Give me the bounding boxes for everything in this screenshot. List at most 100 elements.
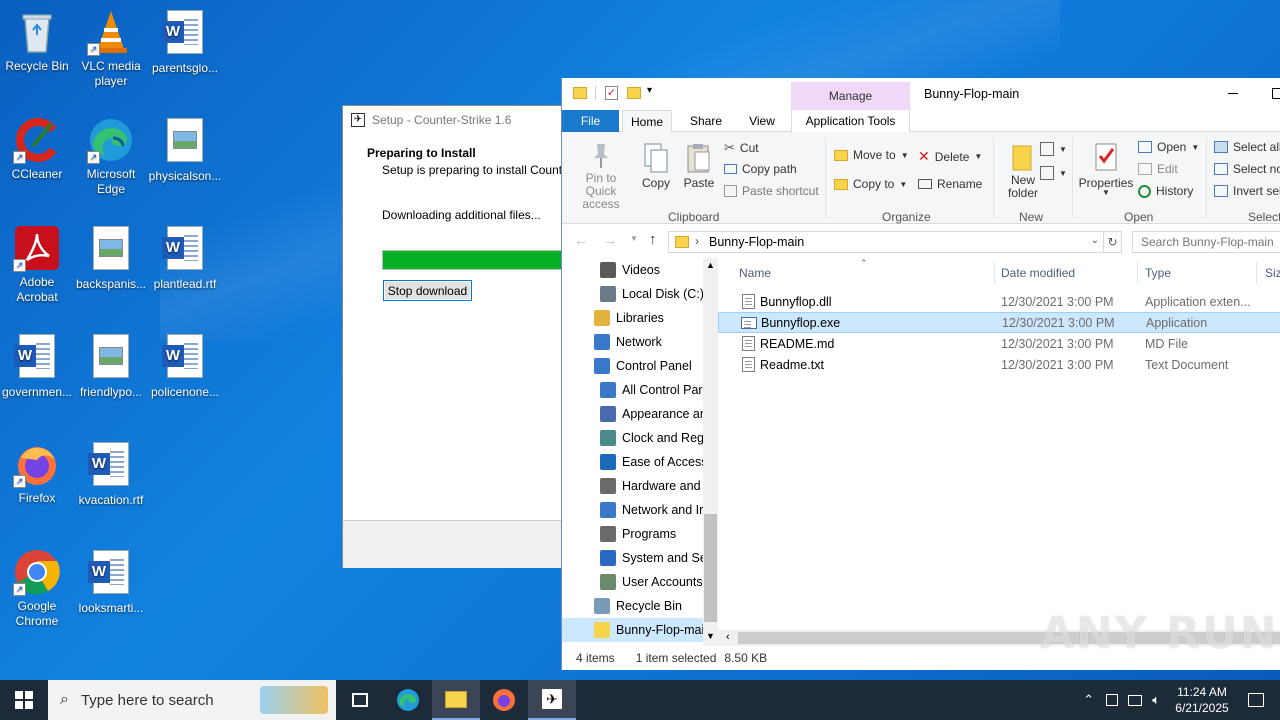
task-view-button[interactable] [336, 680, 384, 720]
nav-item[interactable]: Videos [562, 258, 703, 282]
column-header-type[interactable]: Type [1145, 266, 1171, 280]
delete-button[interactable]: ✕ Delete ▼ [918, 148, 982, 165]
notifications-icon[interactable] [1248, 693, 1264, 707]
up-arrow-icon[interactable]: ↑ [649, 231, 657, 248]
nav-item[interactable]: Libraries [562, 306, 703, 330]
file-explorer-window[interactable]: ✓ ▾ Manage Bunny-Flop-main File Home Sha… [561, 78, 1280, 670]
pin-quick-access-button[interactable]: Pin to Quick access [570, 142, 632, 211]
start-button[interactable] [0, 680, 48, 720]
qat-dropdown-icon[interactable]: ▾ [647, 85, 652, 96]
network-icon[interactable] [1128, 694, 1143, 706]
desktop-icon-plantlead[interactable]: W plantlead.rtf [148, 224, 222, 292]
taskbar-firefox[interactable] [480, 680, 528, 720]
paste-button[interactable]: Paste [682, 142, 716, 190]
desktop-icon-backspanis[interactable]: backspanis... [74, 224, 148, 292]
file-list[interactable]: ⌃ Name Date modified Type Size Bunnyflop… [718, 258, 1280, 630]
easy-access-button[interactable]: ▼ [1040, 166, 1067, 180]
nav-item[interactable]: Local Disk (C:) [562, 282, 704, 306]
navigation-pane[interactable]: Videos Local Disk (C:) Libraries Network Con… [562, 258, 718, 646]
file-row[interactable]: README.md 12/30/2021 3:00 PM MD File [718, 333, 1280, 354]
taskbar-edge[interactable] [384, 680, 432, 720]
nav-item[interactable]: Hardware and [562, 474, 703, 498]
nav-scrollbar[interactable]: ▲ ▼ [703, 258, 718, 646]
desktop-icon-friendlypo[interactable]: friendlypo... [74, 332, 148, 400]
nav-item[interactable]: All Control Par [562, 378, 703, 402]
scroll-down-icon[interactable]: ▼ [706, 631, 715, 641]
maximize-button[interactable] [1272, 88, 1280, 99]
select-none-button[interactable]: Select no [1214, 162, 1280, 176]
column-header-name[interactable]: Name [739, 266, 771, 280]
nav-item[interactable]: Network and Ir [562, 498, 703, 522]
back-arrow-icon[interactable]: ← [574, 232, 588, 248]
nav-item[interactable]: User Accounts [562, 570, 703, 594]
rename-button[interactable]: Rename [918, 177, 982, 191]
clock[interactable]: 11:24 AM 6/21/2025 [1170, 684, 1234, 716]
nav-item[interactable]: Clock and Regi [562, 426, 707, 450]
setup-titlebar[interactable]: ✈ Setup - Counter-Strike 1.6 [343, 106, 571, 134]
minimize-button[interactable] [1228, 93, 1238, 94]
copy-to-button[interactable]: Copy to ▼ [834, 177, 907, 191]
scroll-left-icon[interactable]: ‹ [726, 631, 730, 643]
nav-item[interactable]: Bunny-Flop-mai [562, 618, 704, 642]
desktop-icon-edge[interactable]: ↗ Microsoft Edge [74, 116, 148, 197]
column-header-date[interactable]: Date modified [1001, 266, 1075, 280]
edit-button[interactable]: Edit [1138, 162, 1178, 176]
show-hidden-icons-icon[interactable]: ⌃ [1083, 692, 1094, 708]
copy-button[interactable]: Copy [640, 142, 672, 190]
tab-home[interactable]: Home [622, 110, 672, 133]
desktop-icon-vlc[interactable]: ↗ VLC media player [74, 8, 148, 89]
tab-share[interactable]: Share [682, 110, 730, 132]
tab-file[interactable]: File [562, 110, 619, 132]
new-folder-qat-icon[interactable] [627, 87, 641, 99]
taskbar-counter-strike-setup[interactable]: ✈ [528, 680, 576, 720]
file-row[interactable]: Bunnyflop.dll 12/30/2021 3:00 PM Applicati… [718, 291, 1280, 312]
nav-item[interactable]: Ease of Access [562, 450, 707, 474]
nav-item[interactable]: Programs [562, 522, 703, 546]
taskbar-search-box[interactable]: ⌕ Type here to search [48, 680, 336, 720]
nav-scroll-thumb[interactable] [704, 514, 717, 622]
select-all-button[interactable]: Select all [1214, 140, 1280, 154]
open-button[interactable]: Open ▼ [1138, 140, 1199, 154]
file-row[interactable]: Bunnyflop.exe 12/30/2021 3:00 PM Applicati… [718, 312, 1280, 333]
nav-item[interactable]: Control Panel [562, 354, 703, 378]
file-row[interactable]: Readme.txt 12/30/2021 3:00 PM Text Documen… [718, 354, 1280, 375]
cut-button[interactable]: ✂ Cut [724, 140, 759, 156]
forward-arrow-icon[interactable]: → [603, 232, 617, 248]
desktop-icon-looksmarti[interactable]: W looksmarti... [74, 548, 148, 616]
desktop-icon-kvacation[interactable]: W kvacation.rtf [74, 440, 148, 508]
breadcrumb-current[interactable]: Bunny-Flop-main [709, 235, 804, 249]
desktop-icon-ccleaner[interactable]: ↗ CCleaner [0, 116, 74, 182]
desktop-icon-physicalson[interactable]: physicalson... [148, 116, 222, 184]
copy-path-button[interactable]: Copy path [724, 162, 797, 176]
properties-button[interactable]: Properties ▼ [1078, 142, 1134, 197]
setup-window[interactable]: ✈ Setup - Counter-Strike 1.6 Preparing t… [342, 105, 727, 568]
desktop-icon-parentsglo[interactable]: W parentsglo... [148, 8, 222, 76]
desktop-icon-governmen[interactable]: W governmen... [0, 332, 74, 400]
properties-check-icon[interactable]: ✓ [605, 86, 618, 100]
desktop-icon-firefox[interactable]: ↗ Firefox [0, 440, 74, 506]
column-header-size[interactable]: Size [1265, 266, 1280, 280]
desktop-icon-adobe-acrobat[interactable]: ↗ Adobe Acrobat [0, 224, 74, 305]
stop-download-button[interactable]: Stop download [383, 280, 472, 301]
desktop-icon-google-chrome[interactable]: ↗ Google Chrome [0, 548, 74, 629]
tab-application-tools[interactable]: Application Tools [791, 110, 910, 132]
address-dropdown-icon[interactable]: ⌄ [1091, 235, 1099, 246]
nav-item[interactable]: System and Sec [562, 546, 713, 570]
device-icon[interactable] [1106, 694, 1119, 706]
search-box[interactable]: Search Bunny-Flop-main [1132, 231, 1280, 253]
address-bar[interactable]: › Bunny-Flop-main ⌄ [668, 231, 1104, 253]
nav-item[interactable]: Recycle Bin [562, 594, 703, 618]
history-button[interactable]: History [1138, 184, 1193, 198]
recent-locations-icon[interactable]: ▼ [630, 234, 638, 243]
volume-icon[interactable]: 🔈︎ [1152, 692, 1160, 708]
refresh-button[interactable]: ↻ [1104, 231, 1122, 253]
taskbar-file-explorer[interactable] [432, 680, 480, 720]
move-to-button[interactable]: Move to ▼ [834, 148, 909, 162]
nav-item[interactable]: Appearance an [562, 402, 707, 426]
tab-view[interactable]: View [738, 110, 786, 132]
explorer-titlebar[interactable]: ✓ ▾ Manage Bunny-Flop-main [562, 78, 1280, 132]
invert-selection-button[interactable]: Invert sel [1214, 184, 1280, 198]
new-item-button[interactable]: ▼ [1040, 142, 1067, 156]
scroll-up-icon[interactable]: ▲ [706, 260, 715, 270]
desktop-icon-recycle-bin[interactable]: Recycle Bin [0, 8, 74, 74]
